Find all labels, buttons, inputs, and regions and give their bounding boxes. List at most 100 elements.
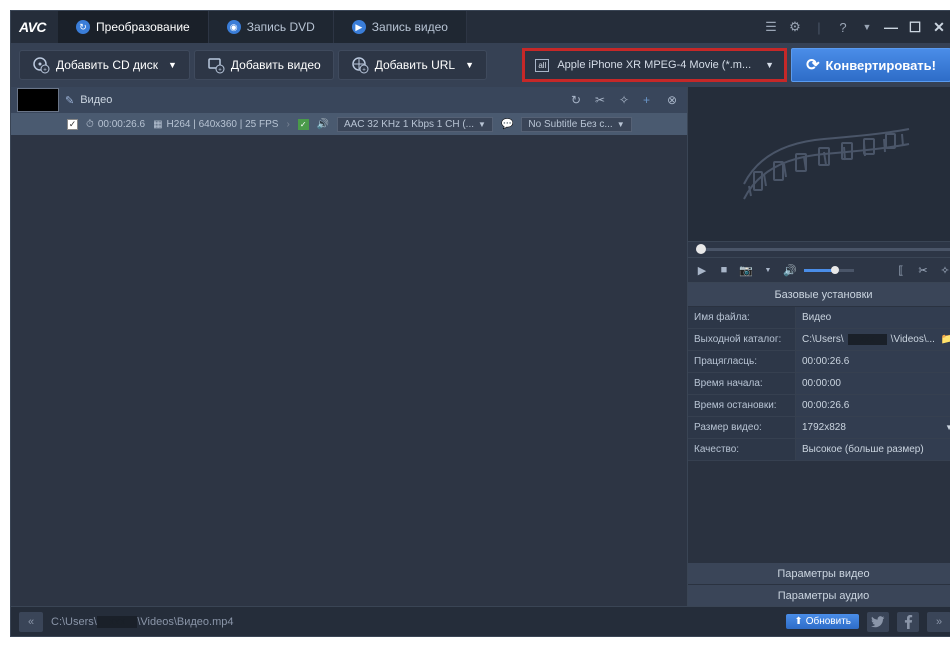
next-button[interactable]: » [927,612,950,632]
add-url-button[interactable]: + Добавить URL ▼ [338,50,487,80]
add-video-button[interactable]: + Добавить видео [194,50,334,80]
disc-add-icon: + [32,56,50,74]
convert-button[interactable]: ⟳ Конвертировать! [791,48,950,82]
bracket-left-icon[interactable]: ⟦ [893,262,909,278]
preview-panel: ▶ ■ 📷 ▼ 🔊 ⟦ ✂ ✧ Базовые установки Имя фа… [687,87,950,606]
svg-text:+: + [218,68,222,74]
chevron-down-icon: ▼ [765,60,774,70]
play-button[interactable]: ▶ [694,262,710,278]
filename-input[interactable]: Видео [796,307,950,328]
film-icon: ▦ [153,119,162,130]
button-label: Добавить видео [231,58,321,72]
start-time-input[interactable]: 00:00:00 [796,373,950,394]
video-params-toggle[interactable]: Параметры видео [688,562,950,584]
setting-output-dir: Выходной каталог: C:\Users\xxx\Videos\..… [688,329,950,351]
profile-icon: all [535,59,549,72]
volume-icon[interactable]: 🔊 [782,262,798,278]
app-logo: AVC [19,19,46,35]
gear-icon[interactable]: ⚙ [786,18,804,36]
upload-icon: ⬆ [794,616,802,627]
tab-label: Преобразование [96,20,190,34]
facebook-button[interactable] [897,612,919,632]
remove-icon[interactable]: ⊗ [667,93,681,107]
close-button[interactable]: ✕ [929,17,949,37]
settings-table: Имя файла: Видео Выходной каталог: C:\Us… [688,307,950,606]
video-preview [688,87,950,241]
tab-dvd[interactable]: ◉ Запись DVD [209,11,334,43]
tab-record[interactable]: ▶ Запись видео [334,11,467,43]
button-label: Конвертировать! [825,58,936,73]
video-title: Видео [80,94,112,106]
help-icon[interactable]: ? [834,18,852,36]
setting-video-size: Размер видео: 1792x828▼ [688,417,950,439]
maximize-button[interactable]: ☐ [905,17,925,37]
url-add-icon: + [351,56,369,74]
video-size-select[interactable]: 1792x828▼ [796,417,950,438]
minimize-button[interactable]: — [881,17,901,37]
quality-select[interactable]: Высокое (больше размер) [796,439,950,460]
divider: | [810,18,828,36]
svg-text:+: + [362,68,366,74]
subtitle-select[interactable]: No Subtitle Без с... ▼ [521,117,631,132]
tab-label: Запись видео [372,20,448,34]
cut-icon[interactable]: ✂ [595,93,609,107]
toolbar: + Добавить CD диск ▼ + Добавить видео + … [11,43,950,87]
tab-convert[interactable]: ↻ Преобразование [58,11,209,43]
audio-status-icon: ✓ [298,119,309,130]
content-area: ✎ Видео ↻ ✂ ✧ + ⊗ ✓ ⏱ 00:00:26.6 ▦ [11,87,950,606]
clock-icon: ⏱ [86,119,94,130]
add-cd-button[interactable]: + Добавить CD диск ▼ [19,50,190,80]
folder-icon[interactable]: 📁 [941,334,950,345]
stop-button[interactable]: ■ [716,262,732,278]
edit-icon[interactable]: ✎ [65,94,74,107]
subtitle-icon: 💬 [501,119,513,130]
video-add-icon: + [207,56,225,74]
settings-header: Базовые установки [688,283,950,307]
codec-display: ▦ H264 | 640x360 | 25 FPS [153,119,278,130]
setting-stop-time: Время остановки: 00:00:26.6 [688,395,950,417]
refresh-icon[interactable]: ↻ [571,93,585,107]
effects-icon[interactable]: ✧ [619,93,633,107]
twitter-button[interactable] [867,612,889,632]
arrow-icon: › [286,119,289,130]
video-item-header[interactable]: ✎ Видео ↻ ✂ ✧ + ⊗ [11,87,687,113]
item-checkbox[interactable]: ✓ [67,119,78,130]
output-dir-input[interactable]: C:\Users\xxx\Videos\... 📁 [796,329,950,350]
chevron-down-icon: ▼ [465,60,474,70]
cut-icon[interactable]: ✂ [915,262,931,278]
setting-duration: Працягласць: 00:00:26.6 [688,351,950,373]
snapshot-button[interactable]: 📷 [738,262,754,278]
stop-time-input[interactable]: 00:00:26.6 [796,395,950,416]
setting-quality: Качество: Высокое (больше размер) [688,439,950,461]
chevron-down-icon: ▼ [168,60,177,70]
app-window: AVC ↻ Преобразование ◉ Запись DVD ▶ Запи… [10,10,950,637]
profile-label: Apple iPhone XR MPEG-4 Movie (*.m... [557,59,751,71]
audio-params-toggle[interactable]: Параметры аудио [688,584,950,606]
seek-handle[interactable] [696,244,706,254]
menu-icon[interactable]: ☰ [762,18,780,36]
video-item-details: ✓ ⏱ 00:00:26.6 ▦ H264 | 640x360 | 25 FPS… [11,113,687,135]
output-profile-select[interactable]: all Apple iPhone XR MPEG-4 Movie (*.m...… [522,48,787,82]
chevron-down-icon[interactable]: ▼ [858,18,876,36]
seek-bar[interactable] [688,241,950,257]
statusbar: « C:\Users\xxx\Videos\Видео.mp4 ⬆ Обнови… [11,606,950,636]
video-thumbnail [17,88,59,112]
file-path: C:\Users\xxx\Videos\Видео.mp4 [51,616,233,628]
setting-start-time: Время начала: 00:00:00 [688,373,950,395]
play-icon: ▶ [352,20,366,34]
audio-select[interactable]: AAC 32 KHz 1 Kbps 1 CH (... ▼ [337,117,493,132]
refresh-icon: ↻ [76,20,90,34]
setting-filename: Имя файла: Видео [688,307,950,329]
add-icon[interactable]: + [643,93,657,107]
button-label: Добавить URL [375,58,455,72]
filmstrip-placeholder [724,114,924,214]
duration-display: ⏱ 00:00:26.6 [86,119,145,130]
prev-button[interactable]: « [19,612,43,632]
bracket-right-icon[interactable]: ✧ [937,262,950,278]
speaker-icon: 🔊 [317,119,329,130]
disc-icon: ◉ [227,20,241,34]
snapshot-chev[interactable]: ▼ [760,262,776,278]
tab-label: Запись DVD [247,20,315,34]
file-list-panel: ✎ Видео ↻ ✂ ✧ + ⊗ ✓ ⏱ 00:00:26.6 ▦ [11,87,687,606]
volume-slider[interactable] [804,269,854,272]
